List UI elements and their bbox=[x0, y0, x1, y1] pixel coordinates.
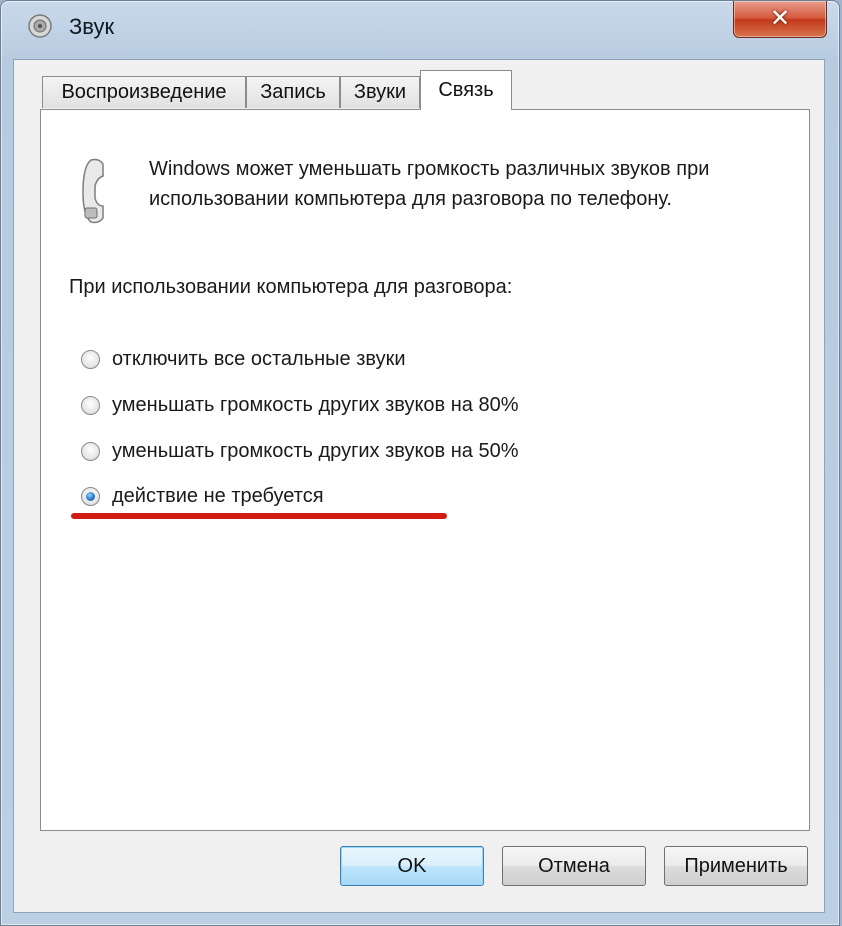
title-bar[interactable]: Звук ✕ bbox=[1, 1, 839, 53]
tab-communications[interactable]: Связь bbox=[420, 70, 512, 110]
option-reduce-80-label: уменьшать громкость других звуков на 80% bbox=[112, 394, 519, 416]
option-do-nothing-label: действие не требуется bbox=[112, 485, 324, 507]
ok-button-label: OK bbox=[397, 854, 427, 877]
option-reduce-80[interactable]: уменьшать громкость других звуков на 80% bbox=[81, 394, 518, 417]
communications-panel: Windows может уменьшать громкость различ… bbox=[40, 109, 810, 831]
tab-sounds-label: Звуки bbox=[353, 81, 407, 103]
speaker-icon bbox=[28, 14, 52, 38]
dialog-client-area: Воспроизведение Запись Звуки Связь Windo… bbox=[13, 59, 825, 913]
description-text: Windows может уменьшать громкость различ… bbox=[149, 158, 710, 210]
tab-playback-label: Воспроизведение bbox=[61, 81, 227, 103]
option-mute-all-label: отключить все остальные звуки bbox=[112, 348, 406, 370]
cancel-button-label: Отмена bbox=[538, 854, 610, 877]
tab-playback[interactable]: Воспроизведение bbox=[42, 76, 246, 108]
radio-button-selected-icon[interactable] bbox=[81, 487, 100, 506]
tab-recording[interactable]: Запись bbox=[246, 76, 340, 108]
option-mute-all[interactable]: отключить все остальные звуки bbox=[81, 348, 406, 371]
radio-button-icon[interactable] bbox=[81, 396, 100, 415]
cancel-button[interactable]: Отмена bbox=[502, 846, 646, 886]
radio-button-icon[interactable] bbox=[81, 442, 100, 461]
ok-button[interactable]: OK bbox=[340, 846, 484, 886]
radio-button-icon[interactable] bbox=[81, 350, 100, 369]
option-reduce-50-label: уменьшать громкость других звуков на 50% bbox=[112, 440, 519, 462]
tab-recording-label: Запись bbox=[260, 81, 326, 103]
option-reduce-50[interactable]: уменьшать громкость других звуков на 50% bbox=[81, 440, 518, 463]
close-button[interactable]: ✕ bbox=[733, 1, 827, 38]
telephone-handset-icon bbox=[82, 158, 104, 224]
apply-button-label: Применить bbox=[684, 854, 788, 877]
sound-dialog-window: Звук ✕ Воспроизведение Запись Звуки Связ… bbox=[0, 0, 840, 926]
tab-communications-label: Связь bbox=[438, 79, 494, 101]
red-highlight-underline bbox=[71, 513, 447, 519]
close-icon: ✕ bbox=[769, 5, 791, 32]
during-calls-label: При использовании компьютера для разгово… bbox=[69, 276, 513, 298]
tab-sounds[interactable]: Звуки bbox=[340, 76, 420, 108]
apply-button[interactable]: Применить bbox=[664, 846, 808, 886]
option-do-nothing[interactable]: действие не требуется bbox=[81, 485, 324, 508]
window-title: Звук bbox=[69, 14, 115, 39]
